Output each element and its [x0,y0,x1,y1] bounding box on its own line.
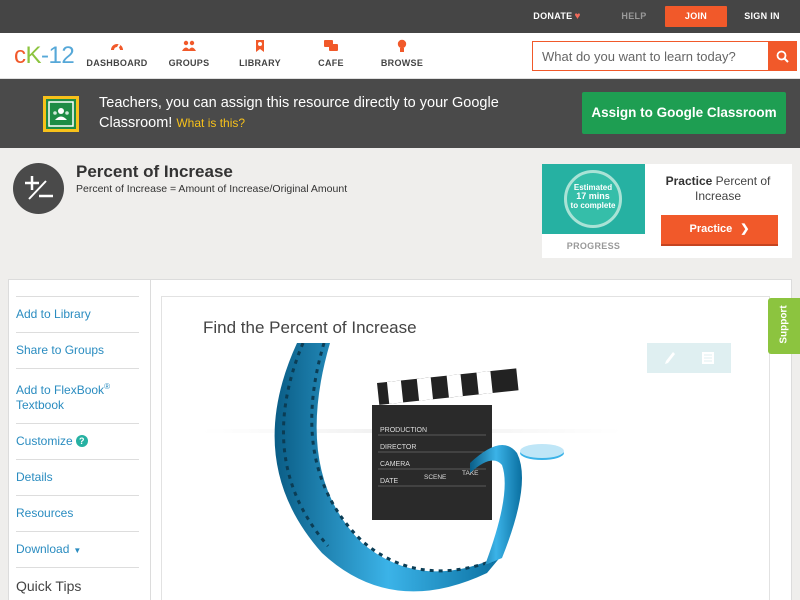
logo-c: c [14,42,26,69]
clapper-scene-label: SCENE [424,474,447,481]
progress-label: PROGRESS [566,241,621,251]
google-classroom-icon [43,96,79,132]
page-title: Percent of Increase [76,162,233,181]
ck12-logo[interactable]: cK-12 [14,42,75,69]
estimate-line-2: 17 mins [576,191,610,201]
customize-label: Customize [16,434,73,448]
practice-title-bold: Practice [665,174,713,188]
sidebar-item-add-to-flexbook[interactable]: Add to FlexBook® Textbook [16,369,139,424]
chevron-right-icon: ❯ [740,223,750,235]
groups-icon [182,40,196,51]
nav-groups[interactable]: GROUPS [156,39,222,68]
donate-label: DONATE [533,11,573,21]
pencil-icon[interactable] [661,349,679,367]
nav-browse-label: BROWSE [380,58,424,68]
clapper-director-label: DIRECTOR [380,444,416,451]
quick-tips-heading: Quick Tips [16,578,82,594]
banner-text: Teachers, you can assign this resource d… [99,95,499,131]
nav-browse[interactable]: BROWSE [369,39,435,68]
sign-in-link[interactable]: SIGN IN [736,0,788,33]
clapper-date-label: DATE [380,478,398,485]
content-area: Add to Library Share to Groups Add to Fl… [8,279,792,600]
main-panel: Find the Percent of Increase PRODUCTION … [161,296,770,600]
nav-dashboard[interactable]: DASHBOARD [85,39,149,68]
sidebar-item-details[interactable]: Details [16,460,139,496]
library-icon [256,40,264,52]
heart-icon: ♥ [574,11,581,22]
practice-button-label: Practice [689,223,733,235]
download-label: Download [16,542,70,556]
page-subtitle: Percent of Increase = Amount of Increase… [76,183,348,195]
clapper-camera-label: CAMERA [380,461,410,468]
cafe-icon [324,40,338,51]
plus-minus-icon [13,163,64,214]
nav-dashboard-label: DASHBOARD [86,58,148,68]
join-button[interactable]: JOIN [665,6,727,27]
estimate-badge: Estimated 17 mins to complete [564,170,622,228]
sidebar: Add to Library Share to Groups Add to Fl… [9,280,151,600]
search-input[interactable] [533,42,769,70]
nav-library[interactable]: LIBRARY [227,39,293,68]
top-utility-bar: DONATE ♥ HELP JOIN SIGN IN [0,0,800,33]
support-label: Support [778,305,790,344]
assign-to-google-classroom-button[interactable]: Assign to Google Classroom [582,92,786,134]
help-icon[interactable]: ? [75,435,88,447]
sidebar-item-customize[interactable]: Customize? [16,424,139,460]
nav-groups-label: GROUPS [168,58,210,68]
nav-library-label: LIBRARY [239,58,281,68]
caret-down-icon: ▼ [73,546,82,555]
practice-title: Practice Percent of Increase [652,174,784,204]
donate-link[interactable]: DONATE ♥ [522,0,592,33]
progress-estimate: Estimated 17 mins to complete [542,164,645,234]
logo-12: -12 [41,42,75,69]
search-icon [776,50,789,63]
section-title: Find the Percent of Increase [203,318,417,337]
browse-icon [397,39,407,52]
sidebar-item-download[interactable]: Download ▼ [16,532,139,568]
help-link[interactable]: HELP [612,0,656,33]
flexbook-label: Add to FlexBook [16,383,105,397]
sidebar-item-resources[interactable]: Resources [16,496,139,532]
sidebar-list: Add to Library Share to Groups Add to Fl… [16,296,139,594]
dashboard-icon [111,44,123,50]
practice-button[interactable]: Practice ❯ [661,215,778,244]
practice-card: Estimated 17 mins to complete PROGRESS P… [542,164,792,258]
sidebar-item-add-to-library[interactable]: Add to Library [16,297,139,333]
sidebar-item-share-to-groups[interactable]: Share to Groups [16,333,139,369]
notes-icon[interactable] [699,349,717,367]
nav-cafe[interactable]: CAFE [298,39,364,68]
support-tab[interactable]: Support [768,298,800,354]
flexbook-label-2: Textbook [16,398,65,412]
toolbar [647,343,731,373]
search-button[interactable] [768,42,796,70]
banner-message: Teachers, you can assign this resource d… [99,93,529,133]
video-thumbnail[interactable]: PRODUCTION DIRECTOR CAMERA DATE SCENE TA… [202,343,622,600]
logo-k: K [25,42,42,69]
clapper-production-label: PRODUCTION [380,427,427,434]
nav-cafe-label: CAFE [318,58,344,68]
main-navigation: cK-12 DASHBOARD GROUPS LIBRARY CAFE BROW… [0,33,800,79]
registered-mark: ® [104,382,110,391]
estimate-line-3: to complete [570,201,616,210]
what-is-this-link[interactable]: What is this? [176,116,245,130]
google-classroom-banner: Teachers, you can assign this resource d… [0,79,800,148]
search-box [532,41,797,71]
